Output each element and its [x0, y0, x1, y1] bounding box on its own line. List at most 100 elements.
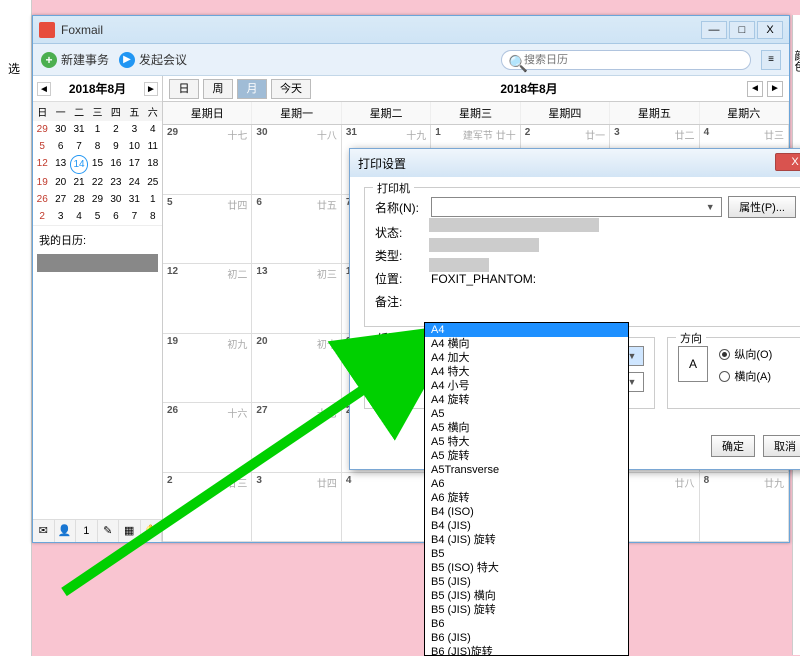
- mini-prev-button[interactable]: ◄: [37, 82, 51, 96]
- dialog-close-button[interactable]: X: [775, 153, 800, 171]
- mini-day-cell[interactable]: 8: [144, 208, 162, 225]
- view-today-button[interactable]: 今天: [271, 79, 311, 99]
- dropdown-option[interactable]: A4: [425, 323, 628, 337]
- mini-day-cell[interactable]: 25: [144, 174, 162, 191]
- main-next-button[interactable]: ►: [767, 81, 783, 97]
- dropdown-option[interactable]: B4 (JIS): [425, 519, 628, 533]
- sidebar-icon[interactable]: 👤: [55, 520, 77, 542]
- mini-day-cell[interactable]: 18: [144, 155, 162, 174]
- portrait-radio[interactable]: 纵向(O): [719, 346, 772, 362]
- sidebar-icon[interactable]: ✎: [98, 520, 120, 542]
- sidebar-icon[interactable]: ✉: [33, 520, 55, 542]
- dropdown-option[interactable]: B5: [425, 547, 628, 561]
- calendar-cell[interactable]: 8廿九: [700, 473, 789, 542]
- mini-day-cell[interactable]: 26: [33, 191, 51, 208]
- sidebar-icon[interactable]: 1: [76, 520, 98, 542]
- mini-next-button[interactable]: ►: [144, 82, 158, 96]
- calendar-cell[interactable]: 5廿四: [163, 195, 252, 264]
- mini-day-cell[interactable]: 27: [51, 191, 69, 208]
- search-box[interactable]: 🔍: [501, 50, 751, 70]
- calendar-cell[interactable]: 4: [342, 473, 431, 542]
- dropdown-option[interactable]: A4 旋转: [425, 393, 628, 407]
- mini-day-cell[interactable]: 31: [70, 121, 88, 138]
- minimize-button[interactable]: —: [701, 21, 727, 39]
- mini-day-cell[interactable]: 7: [125, 208, 143, 225]
- calendar-cell[interactable]: 20初十: [252, 334, 341, 403]
- dropdown-option[interactable]: B5 (ISO) 特大: [425, 561, 628, 575]
- maximize-button[interactable]: □: [729, 21, 755, 39]
- calendar-cell[interactable]: 6廿五: [252, 195, 341, 264]
- dropdown-option[interactable]: B6: [425, 617, 628, 631]
- view-week-button[interactable]: 周: [203, 79, 233, 99]
- mini-day-cell[interactable]: 24: [125, 174, 143, 191]
- properties-button[interactable]: 属性(P)...: [728, 196, 796, 218]
- sidebar-icon[interactable]: 🔔: [141, 520, 163, 542]
- mini-day-cell[interactable]: 13: [51, 155, 69, 174]
- ok-button[interactable]: 确定: [711, 435, 755, 457]
- new-event-button[interactable]: + 新建事务: [41, 51, 109, 68]
- mini-day-cell[interactable]: 5: [88, 208, 106, 225]
- dropdown-option[interactable]: B6 (JIS): [425, 631, 628, 645]
- calendar-cell[interactable]: 29十七: [163, 125, 252, 194]
- printer-name-combo[interactable]: ▼: [431, 197, 722, 217]
- dropdown-option[interactable]: B6 (JIS)旋转: [425, 645, 628, 656]
- mini-day-cell[interactable]: 4: [70, 208, 88, 225]
- mini-day-cell[interactable]: 15: [88, 155, 106, 174]
- mini-day-cell[interactable]: 1: [144, 191, 162, 208]
- dropdown-option[interactable]: A4 小号: [425, 379, 628, 393]
- mini-day-cell[interactable]: 10: [125, 138, 143, 155]
- calendar-cell[interactable]: 19初九: [163, 334, 252, 403]
- mini-day-cell[interactable]: 2: [107, 121, 125, 138]
- dropdown-option[interactable]: A5 横向: [425, 421, 628, 435]
- dropdown-option[interactable]: A4 加大: [425, 351, 628, 365]
- dropdown-option[interactable]: A6: [425, 477, 628, 491]
- mini-day-cell[interactable]: 30: [51, 121, 69, 138]
- main-prev-button[interactable]: ◄: [747, 81, 763, 97]
- mini-day-cell[interactable]: 31: [125, 191, 143, 208]
- paper-size-dropdown[interactable]: A4A4 横向A4 加大A4 特大A4 小号A4 旋转A5A5 横向A5 特大 A…: [424, 322, 629, 656]
- mini-day-cell[interactable]: 28: [70, 191, 88, 208]
- landscape-radio[interactable]: 横向(A): [719, 368, 772, 384]
- mini-day-cell[interactable]: 5: [33, 138, 51, 155]
- close-button[interactable]: X: [757, 21, 783, 39]
- mini-day-cell[interactable]: 20: [51, 174, 69, 191]
- menu-button[interactable]: ≡: [761, 50, 781, 70]
- mini-day-cell[interactable]: 9: [107, 138, 125, 155]
- dropdown-option[interactable]: A4 特大: [425, 365, 628, 379]
- dropdown-option[interactable]: B5 (JIS) 横向: [425, 589, 628, 603]
- view-day-button[interactable]: 日: [169, 79, 199, 99]
- dropdown-option[interactable]: B4 (JIS) 旋转: [425, 533, 628, 547]
- sidebar-icon[interactable]: ▦: [119, 520, 141, 542]
- mini-day-cell[interactable]: 11: [144, 138, 162, 155]
- dropdown-option[interactable]: A5 特大: [425, 435, 628, 449]
- mini-day-cell[interactable]: 4: [144, 121, 162, 138]
- calendar-cell[interactable]: 3廿四: [252, 473, 341, 542]
- mini-day-cell[interactable]: 14: [70, 155, 88, 174]
- mini-day-cell[interactable]: 6: [107, 208, 125, 225]
- calendar-cell[interactable]: 13初三: [252, 264, 341, 333]
- dropdown-option[interactable]: A4 横向: [425, 337, 628, 351]
- dropdown-option[interactable]: B5 (JIS) 旋转: [425, 603, 628, 617]
- mini-day-cell[interactable]: 21: [70, 174, 88, 191]
- mini-day-cell[interactable]: 1: [88, 121, 106, 138]
- mini-day-cell[interactable]: 23: [107, 174, 125, 191]
- mini-day-cell[interactable]: 22: [88, 174, 106, 191]
- calendar-cell[interactable]: 2廿三: [163, 473, 252, 542]
- search-input[interactable]: [524, 54, 744, 66]
- dropdown-option[interactable]: A5Transverse: [425, 463, 628, 477]
- mini-day-cell[interactable]: 29: [88, 191, 106, 208]
- mini-day-cell[interactable]: 2: [33, 208, 51, 225]
- cancel-button[interactable]: 取消: [763, 435, 800, 457]
- mini-day-cell[interactable]: 6: [51, 138, 69, 155]
- calendar-cell[interactable]: 12初二: [163, 264, 252, 333]
- mini-day-cell[interactable]: 19: [33, 174, 51, 191]
- calendar-cell[interactable]: 27十七: [252, 403, 341, 472]
- mini-day-cell[interactable]: 8: [88, 138, 106, 155]
- mini-day-cell[interactable]: 12: [33, 155, 51, 174]
- mini-day-cell[interactable]: 16: [107, 155, 125, 174]
- dropdown-option[interactable]: A6 旋转: [425, 491, 628, 505]
- dropdown-option[interactable]: A5: [425, 407, 628, 421]
- view-month-button[interactable]: 月: [237, 79, 267, 99]
- dropdown-option[interactable]: B4 (ISO): [425, 505, 628, 519]
- calendar-cell[interactable]: 30十八: [252, 125, 341, 194]
